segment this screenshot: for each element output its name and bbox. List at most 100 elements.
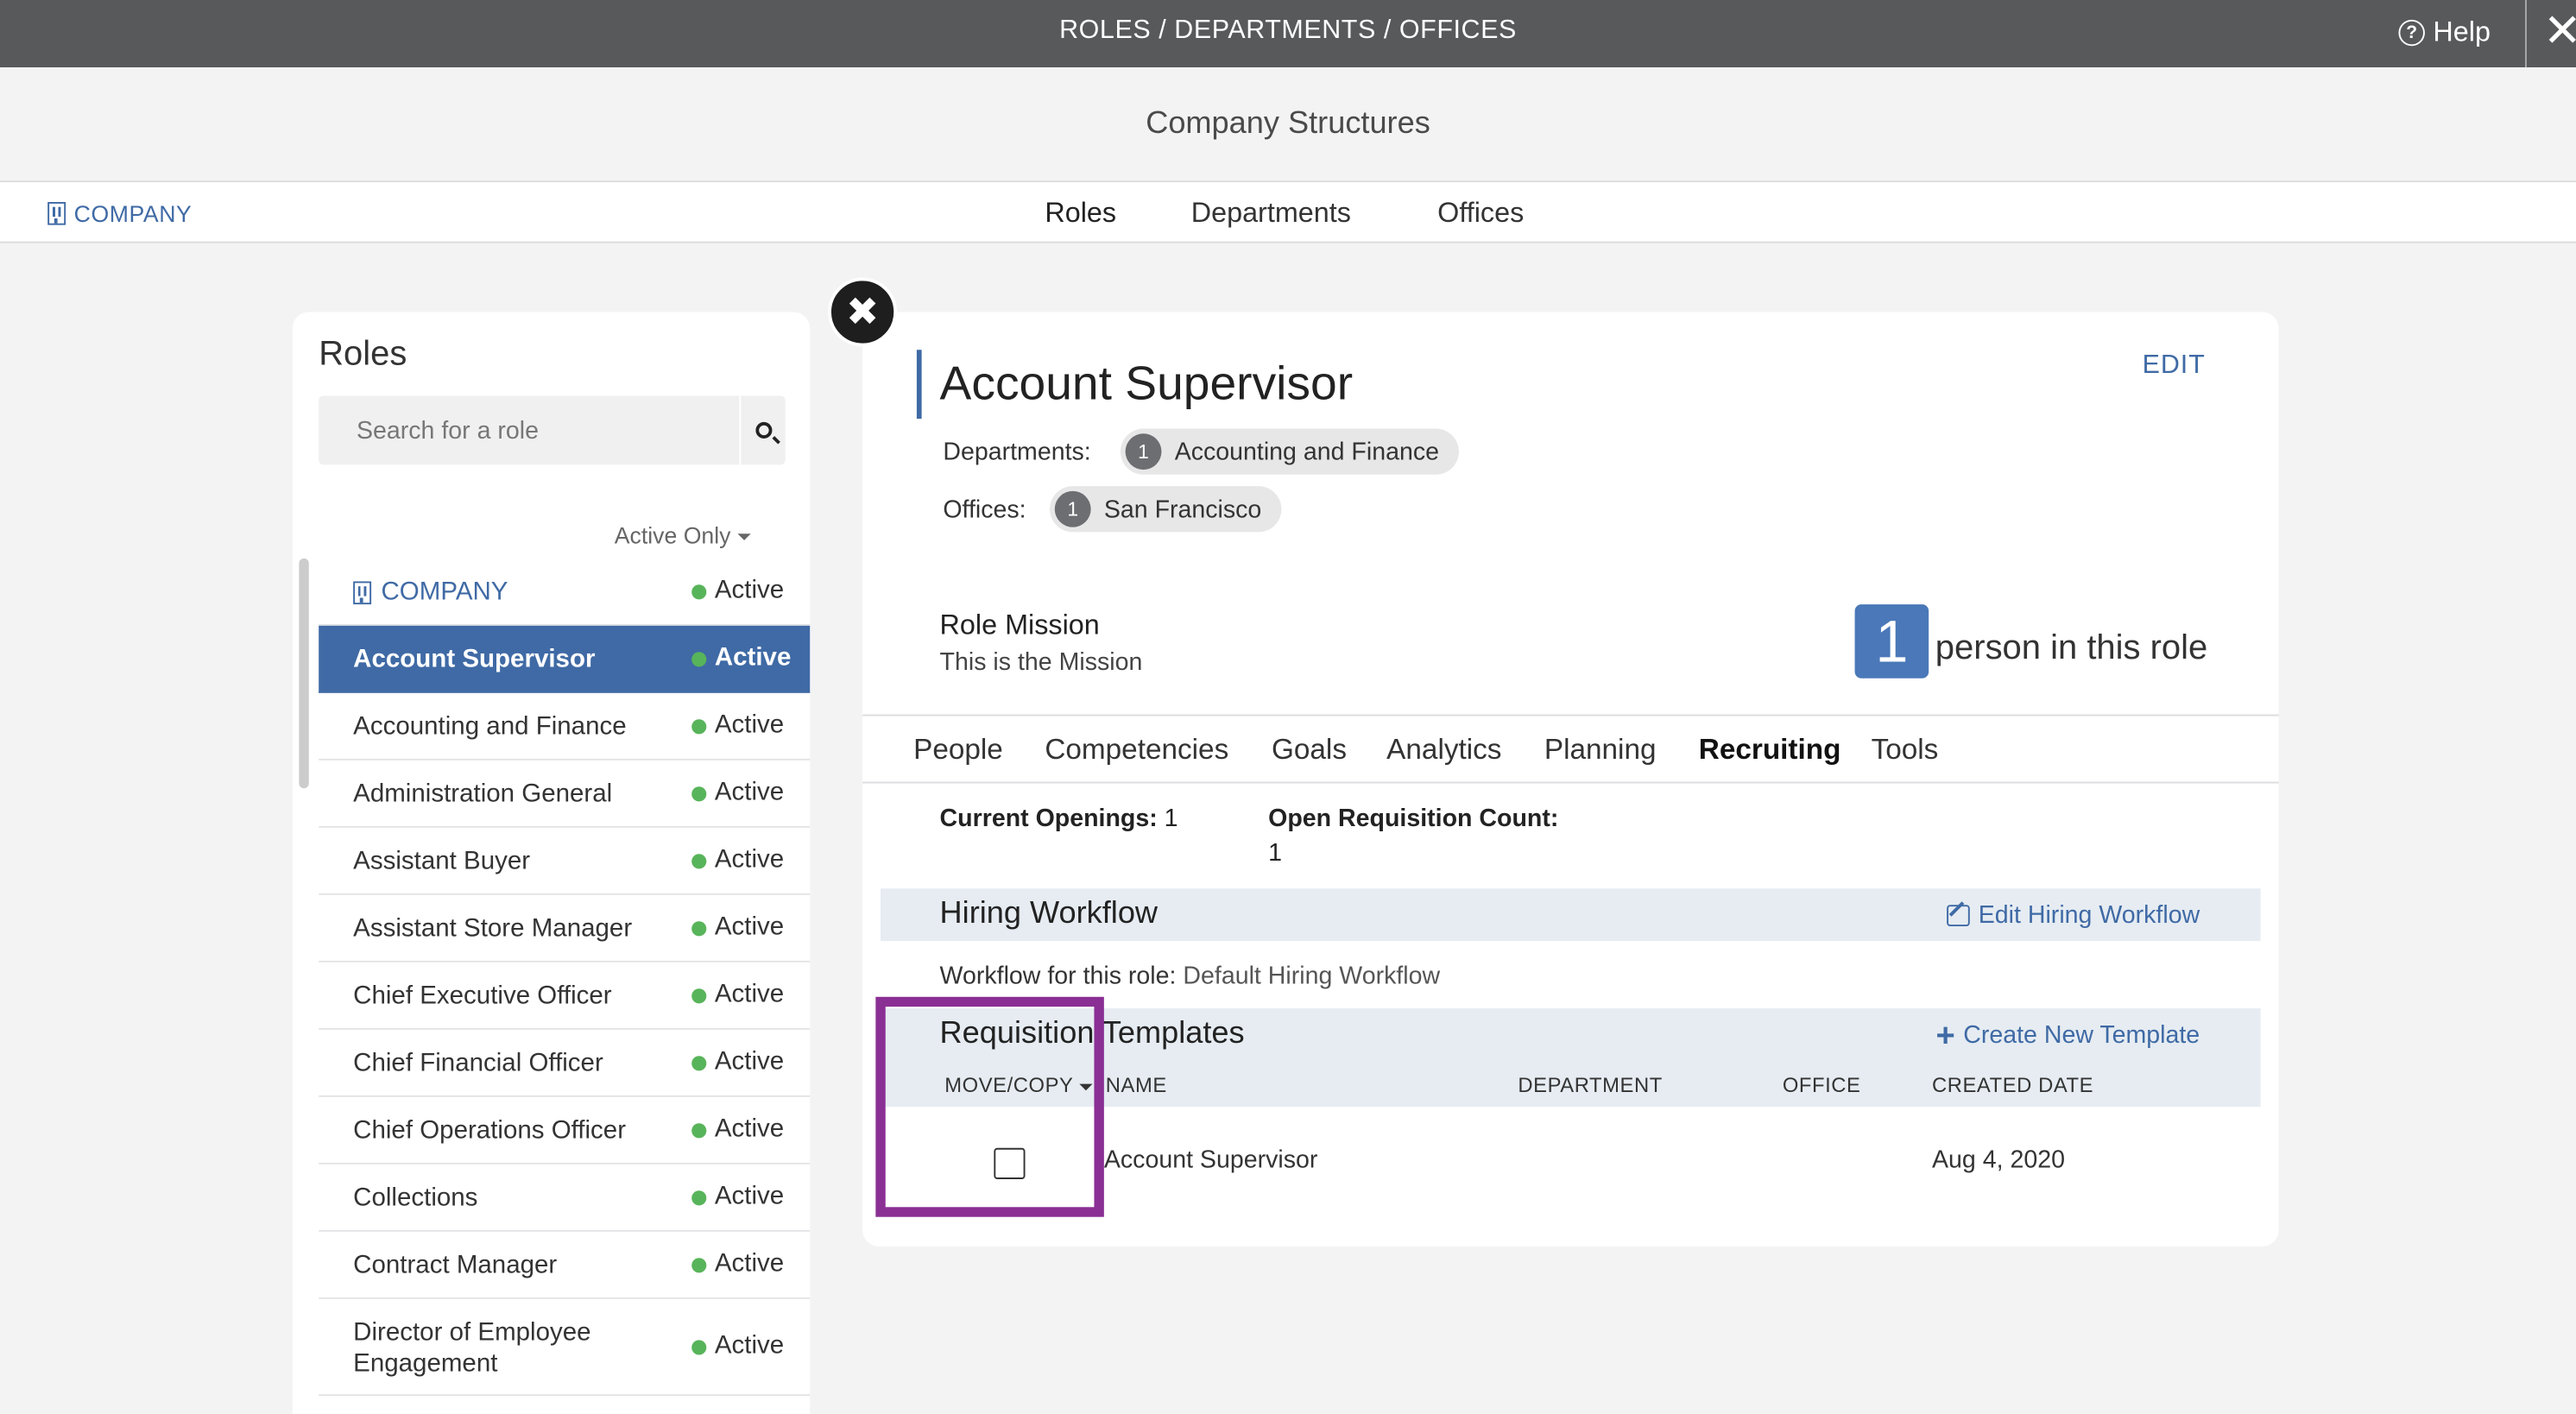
status-dot-icon <box>691 920 707 936</box>
subtab-competencies[interactable]: Competencies <box>1045 732 1228 767</box>
role-item-name: COMPANY <box>381 578 508 606</box>
building-icon <box>47 202 66 225</box>
status-dot-icon <box>691 1055 707 1070</box>
status-text: Active <box>714 1047 785 1076</box>
status-text: Active <box>714 643 792 672</box>
open-requisition-value: 1 <box>1268 839 1283 868</box>
status-dot-icon <box>691 786 707 801</box>
plus-icon: + <box>1935 1017 1955 1054</box>
role-item[interactable]: Director of Employee Engagement Active <box>319 1298 811 1397</box>
page-title-band: Company Structures <box>0 67 2576 183</box>
status-text: Active <box>714 980 785 1009</box>
status-text: Active <box>714 1331 785 1360</box>
structure-nav: COMPANY Roles Departments Offices <box>0 182 2576 243</box>
active-filter-dropdown[interactable]: Active Only <box>615 522 751 548</box>
roles-scrollbar[interactable] <box>299 558 309 789</box>
role-search-input[interactable] <box>319 395 740 465</box>
status-dot-icon <box>691 584 707 599</box>
role-item-name: Chief Executive Officer <box>353 982 612 1010</box>
page-title: Company Structures <box>1146 106 1430 142</box>
role-item[interactable]: Contract Manager Active <box>319 1231 811 1299</box>
close-detail-button[interactable]: ✖ <box>828 277 898 347</box>
current-openings: Current Openings: 1 <box>940 805 1178 832</box>
subtab-goals[interactable]: Goals <box>1272 732 1347 767</box>
status-dot-icon <box>691 718 707 734</box>
column-name: NAME <box>1105 1074 1167 1097</box>
role-item[interactable]: Administration General Active <box>319 760 811 828</box>
open-requisition-count: Open Requisition Count: <box>1268 805 1558 832</box>
question-circle-icon: ? <box>2398 19 2425 47</box>
status-text: Active <box>714 912 785 942</box>
hiring-workflow-heading: Hiring Workflow <box>939 896 1159 931</box>
create-template-link[interactable]: + Create New Template <box>1935 1017 2200 1054</box>
role-item[interactable]: Accounting and Finance Active <box>319 692 811 761</box>
current-openings-label: Current Openings: <box>939 805 1158 833</box>
edit-hiring-workflow-link[interactable]: Edit Hiring Workflow <box>1947 901 2200 930</box>
role-item[interactable]: Chief Operations Officer Active <box>319 1096 811 1165</box>
open-requisition-label: Open Requisition Count: <box>1268 805 1559 833</box>
subtab-planning[interactable]: Planning <box>1544 732 1657 767</box>
role-item-status: Active <box>691 1332 784 1361</box>
workflow-line: Workflow for this role: Default Hiring W… <box>940 963 1441 990</box>
role-item[interactable]: Assistant Buyer Active <box>319 827 811 895</box>
role-item-name: Director of Employee Engagement <box>353 1318 591 1379</box>
tab-offices[interactable]: Offices <box>1437 197 1524 230</box>
role-item-company[interactable]: COMPANY Active <box>319 558 811 626</box>
role-item-status: Active <box>691 1183 784 1212</box>
role-item-status: Active <box>691 1048 784 1077</box>
offices-label: Offices: <box>943 496 1026 524</box>
people-count-badge: 1 <box>1854 604 1929 679</box>
workflow-label: Workflow for this role: <box>939 962 1177 991</box>
tab-departments[interactable]: Departments <box>1191 197 1351 230</box>
subtab-analytics[interactable]: Analytics <box>1386 732 1501 767</box>
role-item-status: Active <box>691 1115 784 1145</box>
role-item[interactable]: Chief Executive Officer Active <box>319 962 811 1030</box>
current-openings-value: 1 <box>1164 805 1178 833</box>
department-count-badge: 1 <box>1125 433 1162 470</box>
office-pill[interactable]: 1 San Francisco <box>1050 486 1282 533</box>
subtab-recruiting[interactable]: Recruiting <box>1699 732 1841 767</box>
role-item-name: Accounting and Finance <box>353 712 627 741</box>
status-text: Active <box>714 1249 785 1278</box>
department-pill[interactable]: 1 Accounting and Finance <box>1120 428 1459 475</box>
search-icon <box>754 421 772 439</box>
role-item-name: Collections <box>353 1184 478 1212</box>
template-name[interactable]: Account Supervisor <box>1104 1146 1318 1174</box>
help-label: Help <box>2433 16 2491 48</box>
create-template-label: Create New Template <box>1963 1021 2200 1050</box>
status-dot-icon <box>691 651 707 666</box>
search-button[interactable] <box>739 395 785 465</box>
status-text: Active <box>714 1114 785 1144</box>
company-label: COMPANY <box>73 200 193 227</box>
status-dot-icon <box>691 1190 707 1205</box>
role-item[interactable]: Chief Financial Officer Active <box>319 1029 811 1097</box>
office-count-badge: 1 <box>1054 490 1091 527</box>
status-dot-icon <box>691 1257 707 1272</box>
subtab-people[interactable]: People <box>913 732 1003 767</box>
close-icon[interactable]: ✕ <box>2543 6 2576 56</box>
role-item-name: Account Supervisor <box>353 645 596 673</box>
role-item-name: Chief Operations Officer <box>353 1116 627 1145</box>
role-item-selected[interactable]: Account Supervisor Active <box>319 625 811 693</box>
role-title: Account Supervisor <box>939 357 1354 411</box>
title-accent-bar <box>916 350 922 420</box>
subtab-tools[interactable]: Tools <box>1872 732 1939 767</box>
role-item[interactable]: Collections Active <box>319 1164 811 1232</box>
role-item[interactable]: Assistant Store Manager Active <box>319 894 811 963</box>
top-bar: ROLES / DEPARTMENTS / OFFICES ? Help ✕ <box>0 0 2576 67</box>
tab-roles[interactable]: Roles <box>1045 197 1116 230</box>
department-pill-name: Accounting and Finance <box>1174 438 1439 466</box>
role-item-status: Active <box>691 644 791 673</box>
company-link[interactable]: COMPANY <box>47 200 193 227</box>
status-text: Active <box>714 576 785 605</box>
edit-role-button[interactable]: EDIT <box>2143 351 2206 381</box>
status-dot-icon <box>691 988 707 1003</box>
role-item-status: Active <box>691 711 784 741</box>
office-pill-name: San Francisco <box>1103 495 1262 523</box>
role-item-status: Active <box>691 846 784 875</box>
app-root: ROLES / DEPARTMENTS / OFFICES ? Help ✕ C… <box>0 0 2576 1414</box>
role-search <box>319 395 786 465</box>
help-button[interactable]: ? Help <box>2398 16 2491 49</box>
role-item-name: Administration General <box>353 780 613 808</box>
roles-panel: Roles Active Only COMPANY Active Account… <box>292 312 811 1414</box>
